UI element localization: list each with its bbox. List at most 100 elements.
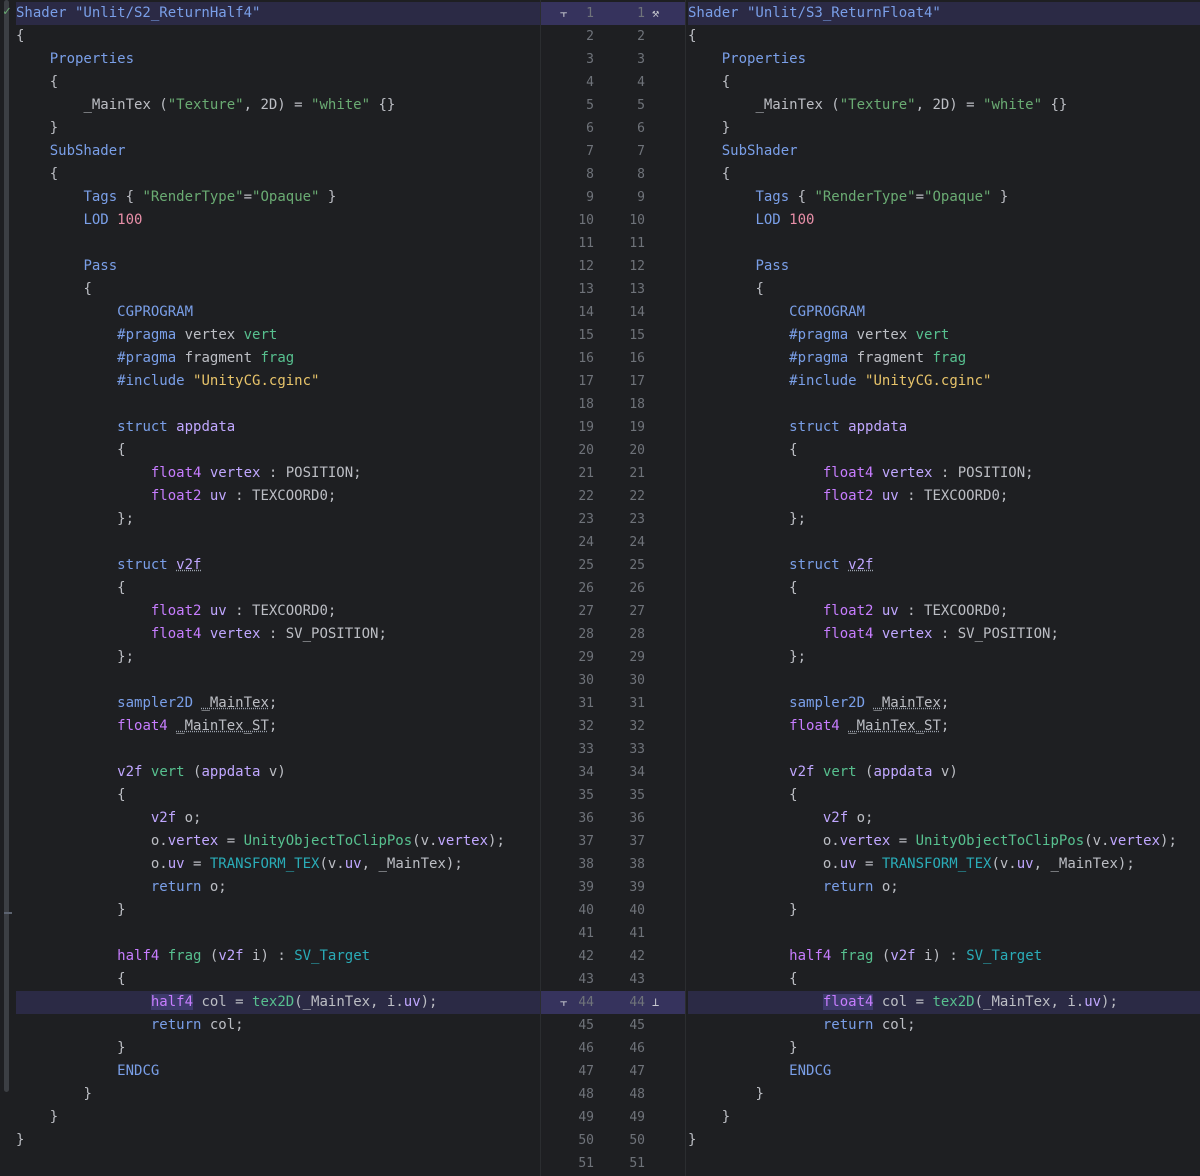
text: : SV_POSITION; bbox=[260, 626, 387, 642]
code-line-2[interactable]: { bbox=[688, 25, 1200, 48]
code-line-8[interactable]: { bbox=[16, 163, 540, 186]
code-line-1[interactable]: Shader "Unlit/S2_ReturnHalf4" bbox=[16, 2, 540, 25]
code-line-34[interactable]: v2f vert (appdata v) bbox=[16, 761, 540, 784]
code-line-2[interactable]: { bbox=[16, 25, 540, 48]
code-line-47[interactable]: ENDCG bbox=[688, 1060, 1200, 1083]
code-line-17[interactable]: #include "UnityCG.cginc" bbox=[688, 370, 1200, 393]
code-line-7[interactable]: SubShader bbox=[688, 140, 1200, 163]
changed-line-44[interactable]: half4 col = tex2D(_MainTex, i.uv); bbox=[16, 991, 540, 1014]
code-line-40[interactable]: } bbox=[688, 899, 1200, 922]
code-line-34[interactable]: v2f vert (appdata v) bbox=[688, 761, 1200, 784]
code-line-17[interactable]: #include "UnityCG.cginc" bbox=[16, 370, 540, 393]
code-line-19[interactable]: struct appdata bbox=[16, 416, 540, 439]
code-line-49[interactable]: } bbox=[16, 1106, 540, 1129]
code-line-7[interactable]: SubShader bbox=[16, 140, 540, 163]
code-line-16[interactable]: #pragma fragment frag bbox=[688, 347, 1200, 370]
code-line-15[interactable]: #pragma vertex vert bbox=[16, 324, 540, 347]
brace: { bbox=[117, 442, 126, 458]
code-line-27[interactable]: float2 uv : TEXCOORD0; bbox=[688, 600, 1200, 623]
code-line-32[interactable]: float4 _MainTex_ST; bbox=[16, 715, 540, 738]
code-line-25[interactable]: struct v2f bbox=[16, 554, 540, 577]
code-line-50[interactable]: } bbox=[16, 1129, 540, 1152]
code-line-22[interactable]: float2 uv : TEXCOORD0; bbox=[16, 485, 540, 508]
code-line-28[interactable]: float4 vertex : SV_POSITION; bbox=[16, 623, 540, 646]
code-line-28[interactable]: float4 vertex : SV_POSITION; bbox=[688, 623, 1200, 646]
code-line-36[interactable]: v2f o; bbox=[688, 807, 1200, 830]
code-line-27[interactable]: float2 uv : TEXCOORD0; bbox=[16, 600, 540, 623]
code-line-20[interactable]: { bbox=[688, 439, 1200, 462]
code-line-36[interactable]: v2f o; bbox=[16, 807, 540, 830]
code-line-43[interactable]: { bbox=[16, 968, 540, 991]
code-line-39[interactable]: return o; bbox=[688, 876, 1200, 899]
code-line-35[interactable]: { bbox=[688, 784, 1200, 807]
left-scrollbar[interactable] bbox=[4, 0, 9, 1092]
diff-arrow-icon[interactable]: ⫟ bbox=[560, 2, 567, 25]
code-line-5[interactable]: _MainTex ("Texture", 2D) = "white" {} bbox=[16, 94, 540, 117]
code-line-12[interactable]: Pass bbox=[16, 255, 540, 278]
code-line-6[interactable]: } bbox=[688, 117, 1200, 140]
code-line-29[interactable]: }; bbox=[16, 646, 540, 669]
code-line-31[interactable]: sampler2D _MainTex; bbox=[688, 692, 1200, 715]
code-line-48[interactable]: } bbox=[688, 1083, 1200, 1106]
code-line-13[interactable]: { bbox=[16, 278, 540, 301]
code-line-37[interactable]: o.vertex = UnityObjectToClipPos(v.vertex… bbox=[16, 830, 540, 853]
diff-arrow-icon[interactable]: ⫟ bbox=[560, 991, 567, 1014]
code-line-47[interactable]: ENDCG bbox=[16, 1060, 540, 1083]
hammer-icon[interactable]: ⚒ bbox=[652, 2, 659, 25]
code-line-31[interactable]: sampler2D _MainTex; bbox=[16, 692, 540, 715]
code-line-38[interactable]: o.uv = TRANSFORM_TEX(v.uv, _MainTex); bbox=[16, 853, 540, 876]
code-line-23[interactable]: }; bbox=[688, 508, 1200, 531]
code-line-25[interactable]: struct v2f bbox=[688, 554, 1200, 577]
code-line-23[interactable]: }; bbox=[16, 508, 540, 531]
code-line-46[interactable]: } bbox=[16, 1037, 540, 1060]
code-line-4[interactable]: { bbox=[16, 71, 540, 94]
code-line-50[interactable]: } bbox=[688, 1129, 1200, 1152]
code-line-39[interactable]: return o; bbox=[16, 876, 540, 899]
code-line-21[interactable]: float4 vertex : POSITION; bbox=[688, 462, 1200, 485]
code-line-49[interactable]: } bbox=[688, 1106, 1200, 1129]
code-line-20[interactable]: { bbox=[16, 439, 540, 462]
code-line-3[interactable]: Properties bbox=[16, 48, 540, 71]
code-line-22[interactable]: float2 uv : TEXCOORD0; bbox=[688, 485, 1200, 508]
code-line-35[interactable]: { bbox=[16, 784, 540, 807]
code-line-42[interactable]: half4 frag (v2f i) : SV_Target bbox=[16, 945, 540, 968]
code-line-38[interactable]: o.uv = TRANSFORM_TEX(v.uv, _MainTex); bbox=[688, 853, 1200, 876]
code-line-10[interactable]: LOD 100 bbox=[688, 209, 1200, 232]
accept-change-icon[interactable]: ⊥ bbox=[652, 991, 659, 1014]
code-line-14[interactable]: CGPROGRAM bbox=[688, 301, 1200, 324]
code-line-37[interactable]: o.vertex = UnityObjectToClipPos(v.vertex… bbox=[688, 830, 1200, 853]
code-line-3[interactable]: Properties bbox=[688, 48, 1200, 71]
function-name: vert bbox=[150, 764, 185, 780]
code-line-13[interactable]: { bbox=[688, 278, 1200, 301]
code-line-43[interactable]: { bbox=[688, 968, 1200, 991]
code-line-6[interactable]: } bbox=[16, 117, 540, 140]
code-line-12[interactable]: Pass bbox=[688, 255, 1200, 278]
code-line-48[interactable]: } bbox=[16, 1083, 540, 1106]
code-line-5[interactable]: _MainTex ("Texture", 2D) = "white" {} bbox=[688, 94, 1200, 117]
code-line-9[interactable]: Tags { "RenderType"="Opaque" } bbox=[16, 186, 540, 209]
gutter-row: 29 29 bbox=[540, 646, 686, 669]
code-line-14[interactable]: CGPROGRAM bbox=[16, 301, 540, 324]
code-line-45[interactable]: return col; bbox=[688, 1014, 1200, 1037]
field: vertex bbox=[437, 833, 489, 849]
code-line-32[interactable]: float4 _MainTex_ST; bbox=[688, 715, 1200, 738]
code-line-8[interactable]: { bbox=[688, 163, 1200, 186]
code-line-1[interactable]: Shader "Unlit/S3_ReturnFloat4" bbox=[688, 2, 1200, 25]
code-line-21[interactable]: float4 vertex : POSITION; bbox=[16, 462, 540, 485]
code-line-26[interactable]: { bbox=[16, 577, 540, 600]
changed-line-44[interactable]: float4 col = tex2D(_MainTex, i.uv); bbox=[688, 991, 1200, 1014]
code-line-42[interactable]: half4 frag (v2f i) : SV_Target bbox=[688, 945, 1200, 968]
code-line-15[interactable]: #pragma vertex vert bbox=[688, 324, 1200, 347]
code-line-40[interactable]: } bbox=[16, 899, 540, 922]
code-line-16[interactable]: #pragma fragment frag bbox=[16, 347, 540, 370]
right-editor-pane[interactable]: Shader "Unlit/S3_ReturnFloat4" { Propert… bbox=[686, 0, 1200, 1176]
code-line-45[interactable]: return col; bbox=[16, 1014, 540, 1037]
code-line-10[interactable]: LOD 100 bbox=[16, 209, 540, 232]
code-line-4[interactable]: { bbox=[688, 71, 1200, 94]
code-line-46[interactable]: } bbox=[688, 1037, 1200, 1060]
left-editor-pane[interactable]: ✓ Shader "Unlit/S2_ReturnHalf4" { Proper… bbox=[0, 0, 540, 1176]
code-line-26[interactable]: { bbox=[688, 577, 1200, 600]
code-line-9[interactable]: Tags { "RenderType"="Opaque" } bbox=[688, 186, 1200, 209]
code-line-19[interactable]: struct appdata bbox=[688, 416, 1200, 439]
code-line-29[interactable]: }; bbox=[688, 646, 1200, 669]
